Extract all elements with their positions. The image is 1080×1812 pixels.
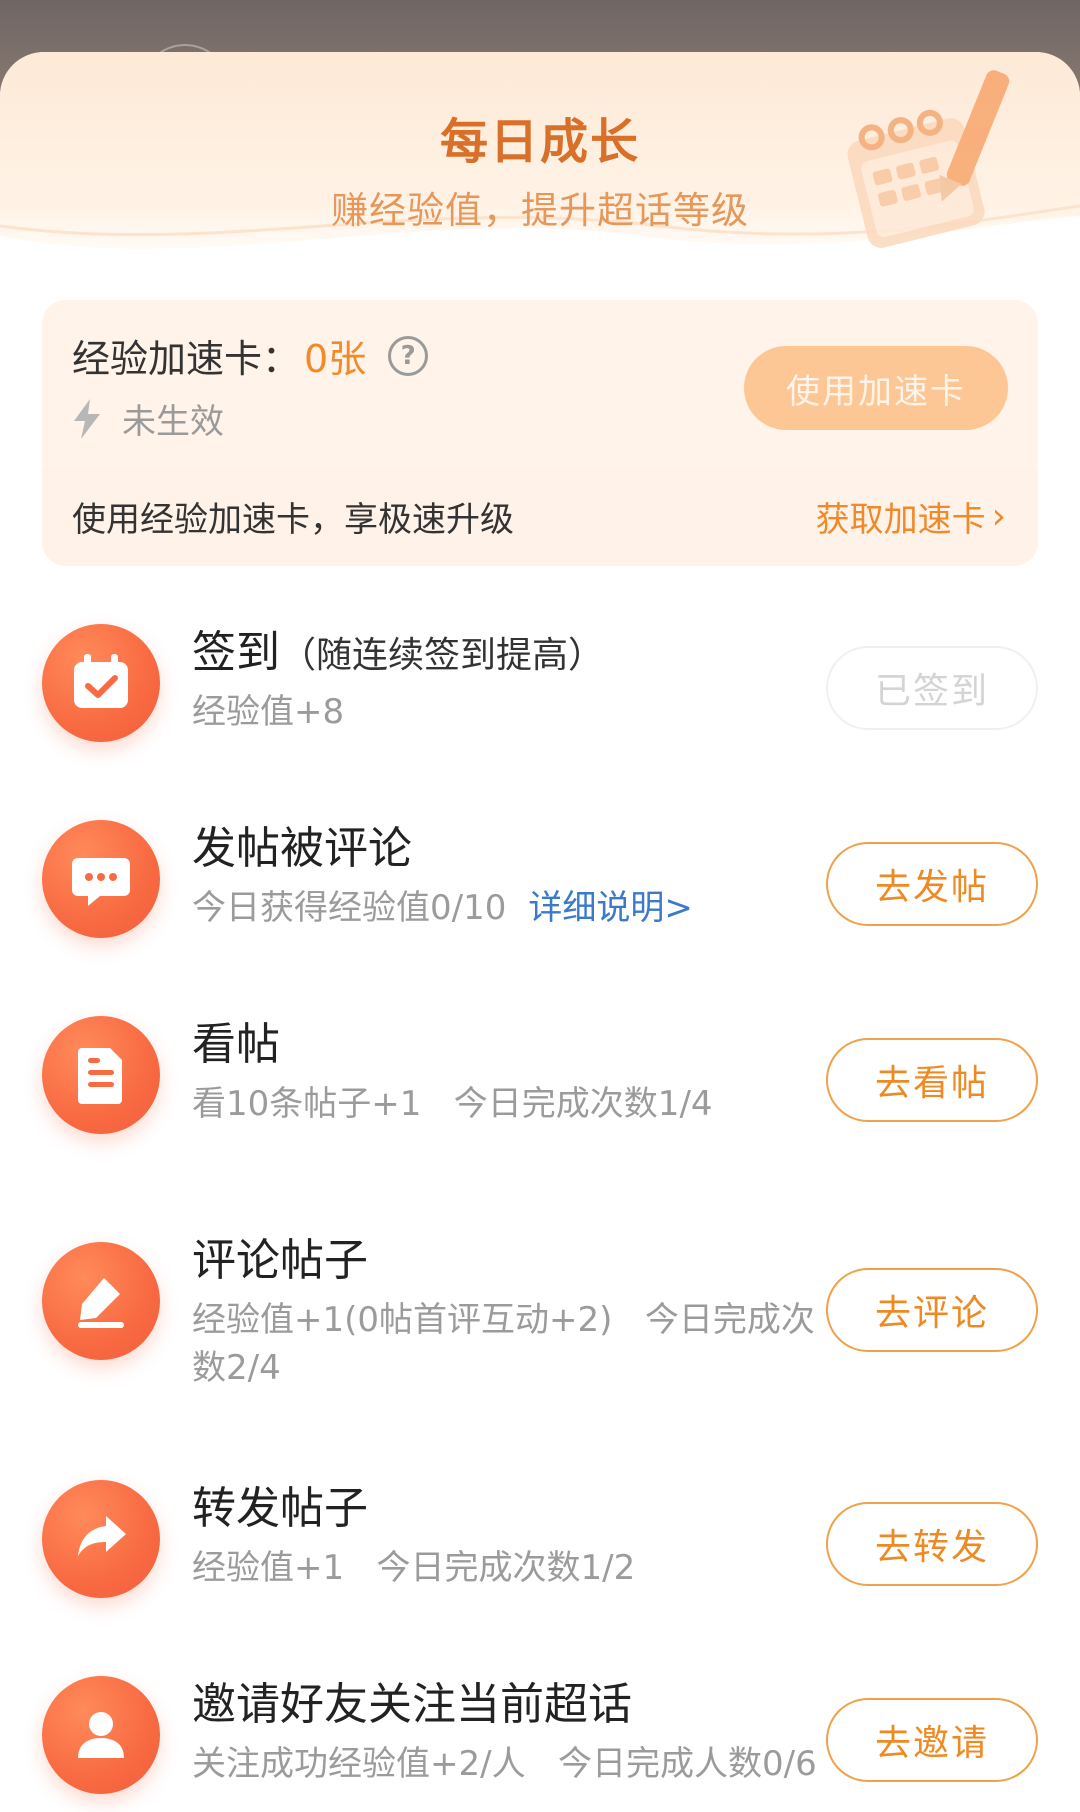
task-title: 看帖 [192,1019,280,1070]
speed-card-label: 经验加速卡： [72,337,301,381]
speed-card-status: 未生效 [72,394,224,443]
task-title-note: （随连续签到提高） [280,635,605,676]
task-title: 发帖被评论 [192,823,412,874]
task-desc: 经验值+8 [192,692,345,732]
task-title: 签到（随连续签到提高） [192,616,604,680]
speed-card-count: 0张 [304,337,367,381]
speed-card-tip: 使用经验加速卡，享极速升级 [72,500,514,540]
pencil-icon [42,1242,160,1360]
chevron-right-icon: › [991,496,1006,537]
daily-growth-sheet: 每日成长 赚经验值，提升超话等级 经验加速卡： 0张 ? 未生效 使用加速卡 使… [0,52,1080,1812]
go-comment-button[interactable]: 去评论 [826,1268,1038,1352]
details-link[interactable]: 详细说明> [528,888,693,928]
task-desc: 经验值+1(0帖首评互动+2) 今日完成次数2/4 [192,1300,815,1388]
help-icon[interactable]: ? [388,335,429,376]
task-checkin: 签到（随连续签到提高） 经验值+8 已签到 [0,586,1080,782]
task-title: 邀请好友关注当前超话 [192,1679,632,1730]
calendar-check-icon [42,624,160,742]
task-comment-posts: 评论帖子 经验值+1(0帖首评互动+2) 今日完成次数2/4 去评论 [0,1194,1080,1426]
task-desc: 关注成功经验值+2/人 今日完成人数0/6 [192,1744,817,1784]
task-desc: 今日获得经验值0/10 详细说明> [192,884,832,932]
go-repost-button[interactable]: 去转发 [826,1502,1038,1586]
get-speed-card-label: 获取加速卡 [815,500,986,540]
calendar-pencil-icon [847,70,1010,248]
speed-card-title: 经验加速卡： 0张 ? [72,328,429,383]
speed-card-bottom: 使用经验加速卡，享极速升级 获取加速卡 › [42,468,1038,566]
task-title: 转发帖子 [192,1483,368,1534]
speed-card-top: 经验加速卡： 0张 ? 未生效 使用加速卡 [42,300,1038,468]
task-repost: 转发帖子 经验值+1 今日完成次数1/2 去转发 [0,1442,1080,1638]
speed-card-status-text: 未生效 [122,402,224,442]
go-invite-button[interactable]: 去邀请 [826,1698,1038,1782]
use-speed-card-button[interactable]: 使用加速卡 [744,346,1008,430]
task-desc: 经验值+1 今日完成次数1/2 [192,1548,636,1588]
lightning-icon [74,398,100,439]
chat-bubble-icon [42,820,160,938]
share-arrow-icon [42,1480,160,1598]
task-title: 评论帖子 [192,1235,368,1286]
document-icon [42,1016,160,1134]
checked-in-button[interactable]: 已签到 [826,646,1038,730]
sheet-header: 每日成长 赚经验值，提升超话等级 [0,52,1080,276]
go-view-button[interactable]: 去看帖 [826,1038,1038,1122]
task-desc: 看10条帖子+1 今日完成次数1/4 [192,1084,713,1124]
task-title-text: 签到 [192,627,280,678]
task-view-posts: 看帖 看10条帖子+1 今日完成次数1/4 去看帖 [0,978,1080,1174]
task-invite-friends: 邀请好友关注当前超话 关注成功经验值+2/人 今日完成人数0/6 去邀请 [0,1638,1080,1812]
speed-card: 经验加速卡： 0张 ? 未生效 使用加速卡 使用经验加速卡，享极速升级 获取加速… [42,300,1038,566]
task-post-commented: 发帖被评论 今日获得经验值0/10 详细说明> 去发帖 [0,782,1080,978]
person-icon [42,1676,160,1794]
get-speed-card-link[interactable]: 获取加速卡 › [816,492,1006,541]
task-desc-text: 今日获得经验值0/10 [192,888,507,928]
go-post-button[interactable]: 去发帖 [826,842,1038,926]
